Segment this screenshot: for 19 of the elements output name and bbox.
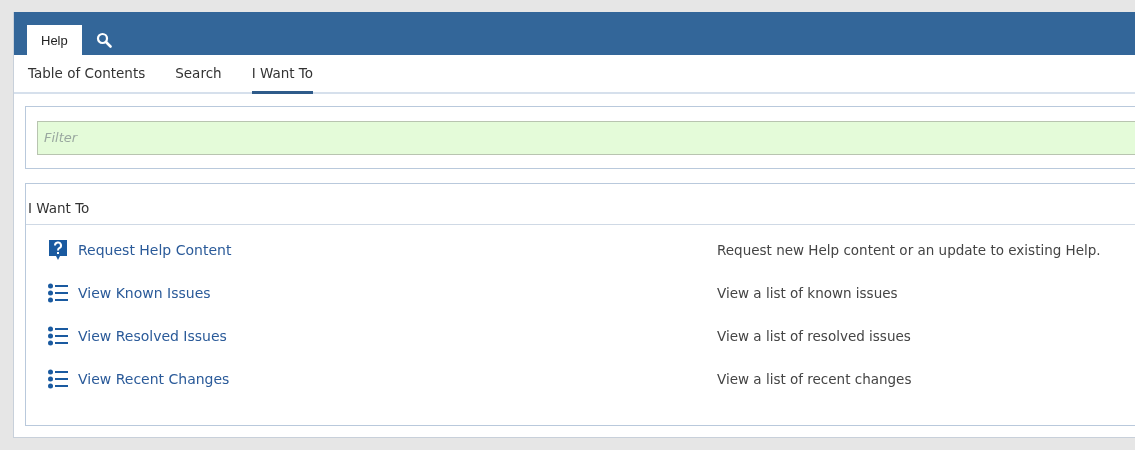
subtab[interactable]: I Want To bbox=[251, 55, 313, 94]
action-link[interactable]: Request Help Content bbox=[47, 239, 232, 261]
action-description: View a list of recent changes bbox=[717, 371, 913, 387]
help-icon bbox=[47, 239, 69, 261]
list-icon bbox=[47, 282, 69, 304]
search-icon bbox=[95, 32, 112, 48]
panel-title: I Want To bbox=[26, 184, 1135, 225]
help-tab[interactable]: Help bbox=[27, 25, 82, 55]
action-link[interactable]: View Known Issues bbox=[47, 282, 211, 304]
action-description: View a list of resolved issues bbox=[717, 328, 912, 344]
filter-field[interactable]: Filter bbox=[37, 120, 1135, 155]
action-link[interactable]: View Recent Changes bbox=[47, 368, 230, 390]
subtab[interactable]: Search bbox=[175, 55, 222, 94]
list-icon bbox=[47, 325, 69, 347]
action-description: Request new Help content or an update to existing Help. bbox=[717, 242, 1102, 258]
action-link[interactable]: View Resolved Issues bbox=[47, 325, 227, 347]
subtab[interactable]: Table of Contents bbox=[28, 55, 146, 94]
list-icon bbox=[47, 368, 69, 390]
action-description: View a list of known issues bbox=[717, 285, 899, 301]
